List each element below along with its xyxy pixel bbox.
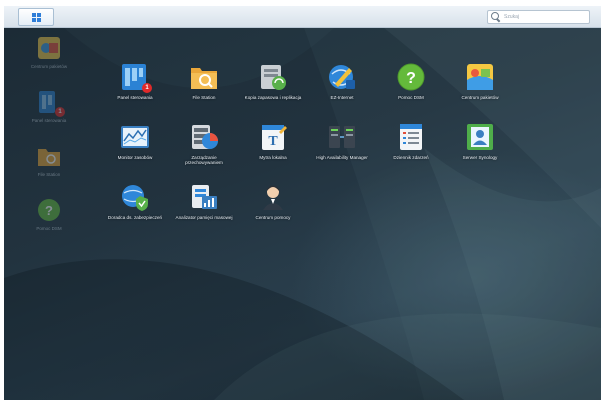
notepad-icon: T (258, 122, 288, 152)
search-input[interactable]: Szukaj (487, 10, 590, 24)
taskbar: Szukaj (4, 6, 601, 28)
app-high-availability[interactable]: High Availability Manager (312, 122, 372, 160)
app-label: Doradca ds. zabezpieczeń (107, 215, 163, 220)
resource-monitor-icon (120, 122, 150, 152)
app-label: Mytra lokalna (259, 155, 287, 160)
package-center-icon (35, 34, 63, 62)
app-label: Centrum pakietów (461, 95, 499, 100)
app-storage-manager[interactable]: Zarządzanie przechowywaniem (174, 122, 234, 166)
app-label: Analizator pamięci masowej (175, 215, 233, 220)
desktop-shortcut-label: Panel sterowania (31, 118, 67, 123)
desktop-shortcut-label: File Station (37, 172, 61, 177)
help-icon: ? (396, 62, 426, 92)
app-label: File Station (192, 95, 216, 100)
app-resource-monitor[interactable]: Monitor zasobów (105, 122, 165, 160)
app-storage-analyzer[interactable]: Analizator pamięci masowej (174, 182, 234, 220)
ez-internet-icon (327, 62, 357, 92)
app-notepad[interactable]: T Mytra lokalna (243, 122, 303, 160)
support-center-icon (258, 182, 288, 212)
desktop-shortcut-file-station[interactable]: File Station (24, 142, 74, 177)
storage-analyzer-icon (189, 182, 219, 212)
file-station-icon (35, 142, 63, 170)
log-center-icon (396, 122, 426, 152)
security-advisor-icon (120, 182, 150, 212)
storage-manager-icon (189, 122, 219, 152)
app-dsm-help[interactable]: ? Pomoc DSM (381, 62, 441, 100)
app-log-center[interactable]: Dziennik zdarzeń (381, 122, 441, 160)
control-panel-icon: 1 (120, 62, 152, 93)
app-label: Zarządzanie przechowywaniem (185, 155, 223, 166)
app-ez-internet[interactable]: EZ-Internet (312, 62, 372, 100)
desktop-shortcut-control-panel[interactable]: 1 Panel sterowania (24, 88, 74, 123)
app-label: Monitor zasobów (117, 155, 153, 160)
backup-replication-icon (258, 62, 288, 92)
search-placeholder: Szukaj (504, 14, 520, 20)
desktop-shortcut-help[interactable]: ? Pomoc DSM (24, 196, 74, 231)
control-panel-icon: 1 (35, 88, 65, 117)
desktop-shortcut-label: Centrum pakietów (30, 64, 68, 69)
app-directory-server[interactable]: Serwer Synology (450, 122, 510, 160)
notification-badge: 1 (142, 83, 152, 93)
search-icon (491, 12, 501, 22)
package-center-icon (465, 62, 495, 92)
directory-server-icon (465, 122, 495, 152)
app-control-panel[interactable]: 1 Panel sterowania (105, 62, 165, 100)
app-label: EZ-Internet (330, 95, 354, 100)
app-label: Pomoc DSM (398, 95, 424, 100)
svg-text:?: ? (45, 203, 53, 218)
dsm-window: Szukaj Centrum pakietów 1 Panel sterowan… (4, 6, 601, 400)
file-station-icon (189, 62, 219, 92)
desktop: Centrum pakietów 1 Panel sterowania File… (4, 28, 601, 400)
app-label: High Availability Manager (316, 155, 368, 160)
svg-text:T: T (268, 134, 278, 149)
notification-badge: 1 (55, 107, 65, 117)
app-label: Centrum pomocy (255, 215, 291, 220)
app-label: Panel sterowania (117, 95, 153, 100)
app-security-advisor[interactable]: Doradca ds. zabezpieczeń (105, 182, 165, 220)
grid-icon (31, 12, 41, 22)
svg-text:?: ? (406, 70, 416, 87)
high-availability-icon (327, 122, 357, 152)
app-label: Serwer Synology (462, 155, 498, 160)
app-package-center[interactable]: Centrum pakietów (450, 62, 510, 100)
help-icon: ? (35, 196, 63, 224)
app-label: Dziennik zdarzeń (393, 155, 429, 160)
app-support-center[interactable]: Centrum pomocy (243, 182, 303, 220)
main-menu-button[interactable] (18, 8, 54, 26)
app-backup-replication[interactable]: Kopia zapasowa i replikacja (243, 62, 303, 100)
desktop-shortcut-package-center[interactable]: Centrum pakietów (24, 34, 74, 69)
desktop-shortcut-label: Pomoc DSM (36, 226, 62, 231)
app-label: Kopia zapasowa i replikacja (244, 95, 302, 100)
app-file-station[interactable]: File Station (174, 62, 234, 100)
